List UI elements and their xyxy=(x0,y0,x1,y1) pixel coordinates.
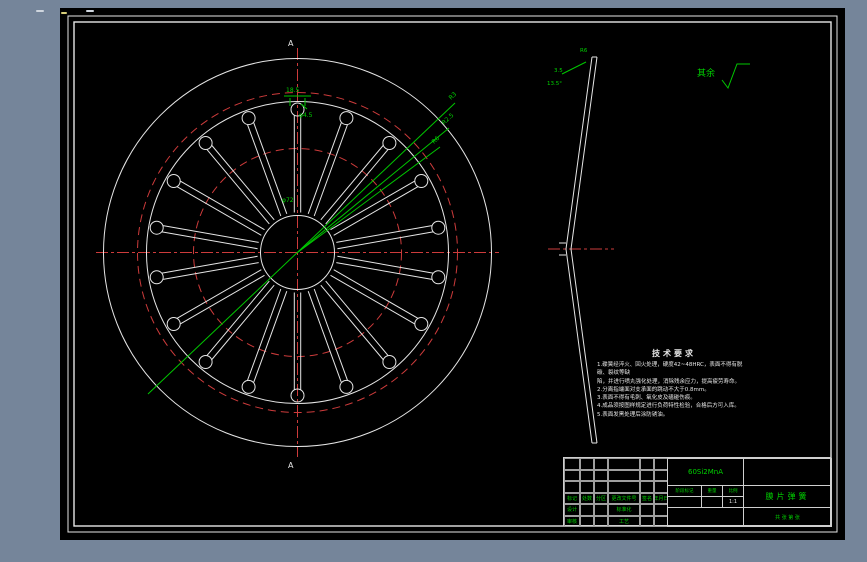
title-block-cell xyxy=(580,515,594,527)
title-block-cell: 标准化 xyxy=(608,504,640,516)
window-hole xyxy=(166,174,181,188)
window-hole xyxy=(149,220,164,235)
title-block-cell: 签名 xyxy=(640,492,654,504)
window-hole xyxy=(198,355,213,369)
title-block-cell: 处数 xyxy=(580,492,594,504)
tech-requirements-title: 技术要求 xyxy=(652,349,696,358)
window-hole xyxy=(414,174,429,188)
window-hole xyxy=(339,379,354,394)
leader-line xyxy=(297,127,450,253)
title-block-cell xyxy=(594,469,608,481)
title-block-cell xyxy=(580,469,594,481)
tech-requirements-lines: 1.碟簧经淬火、回火处理，硬度42~48HRC，表面不得有脱碳、裂纹等缺 陷，并… xyxy=(597,361,751,419)
section-angle-label: 13.5° xyxy=(547,81,562,87)
title-block-cell xyxy=(594,458,608,470)
technical-requirements: 技术要求 1.碟簧经淬火、回火处理，硬度42~48HRC，表面不得有脱碳、裂纹等… xyxy=(597,348,751,419)
title-block-cell xyxy=(640,458,654,470)
window-hole xyxy=(431,270,446,285)
tech-line: 2.分离指端面对支承面的跳动不大于0.8mm。 xyxy=(597,386,710,393)
title-block-cell: 工艺 xyxy=(608,515,640,527)
title-block-cell xyxy=(594,515,608,527)
title-block-cell xyxy=(608,458,640,470)
title-block-cell xyxy=(580,458,594,470)
tech-line: 4.成品须按图样规定进行负荷特性检验，合格后方可入库。 xyxy=(597,403,740,410)
roughness-symbol-icon xyxy=(721,63,750,90)
title-block-cell xyxy=(564,481,580,493)
section-thickness-label: 3.5 xyxy=(554,68,563,74)
title-block-cell xyxy=(654,481,668,493)
title-block-cell xyxy=(608,469,640,481)
title-block-cell xyxy=(564,469,580,481)
window-hole xyxy=(382,136,397,150)
section-dim-leader xyxy=(561,61,587,75)
window-hole xyxy=(166,317,181,331)
title-block: 标记 处数 分区 更改文件号 签名 年月日 设计 标准化 审核 工艺 60Si2MnA 阶段标记 … xyxy=(563,457,832,527)
dim-top-width-label: 18.5 xyxy=(286,87,300,94)
title-block-cell: 年月日 xyxy=(654,492,668,504)
title-block-cell xyxy=(640,515,654,527)
leader-label-1: R3 xyxy=(448,91,459,102)
title-block-cell xyxy=(580,504,594,516)
title-block-cell: 审核 xyxy=(564,515,580,527)
title-block-cell: 设计 xyxy=(564,504,580,516)
title-block-cell: 更改文件号 xyxy=(608,492,640,504)
window-hole xyxy=(149,270,164,285)
section-marker-bottom: A xyxy=(288,461,294,470)
title-block-cell xyxy=(594,481,608,493)
title-block-cell: 标记 xyxy=(564,492,580,504)
dim-hole-label: φ4.5 xyxy=(299,112,313,119)
tech-line: 陷，并进行喷丸强化处理，消除残余应力，提高疲劳寿命。 xyxy=(597,378,741,385)
code-cell xyxy=(667,507,744,527)
window-hole xyxy=(414,317,429,331)
title-block-cell xyxy=(640,469,654,481)
material-cell: 60Si2MnA xyxy=(667,458,744,486)
title-block-cell xyxy=(608,481,640,493)
section-tip-label: R6 xyxy=(580,48,588,54)
sheet-count-cell: 共 张 第 张 xyxy=(743,507,832,527)
title-block-cell xyxy=(640,481,654,493)
title-block-cell xyxy=(654,469,668,481)
dim-hub-label: φ72 xyxy=(282,197,294,204)
company-cell xyxy=(743,458,832,486)
title-block-cell xyxy=(580,481,594,493)
section-profile-inner xyxy=(565,56,593,444)
title-block-cell xyxy=(594,504,608,516)
title-block-cell xyxy=(654,458,668,470)
section-marker-top: A xyxy=(288,39,294,48)
title-block-cell xyxy=(640,504,654,516)
cad-preview-screen: { "drawing": { "surface_note": "其余", "se… xyxy=(0,0,867,562)
tech-line: 5.表面发黑处理后涂防锈油。 xyxy=(597,411,669,418)
drawing-title-cell: 膜片弹簧 xyxy=(743,485,832,508)
revision-sign-grid: 标记 处数 分区 更改文件号 签名 年月日设计 标准化审核 工艺 xyxy=(564,458,668,527)
window-hole xyxy=(198,136,213,150)
title-block-cell xyxy=(564,458,580,470)
tech-line: 3.表面不得有毛刺、氧化皮及磕碰伤痕。 xyxy=(597,395,696,401)
leader-label-3: R6 xyxy=(431,135,442,146)
title-block-cell xyxy=(654,504,668,516)
window-hole xyxy=(339,111,354,126)
tech-line: 1.碟簧经淬火、回火处理，硬度42~48HRC，表面不得有脱碳、裂纹等缺 xyxy=(597,362,743,377)
title-block-cell xyxy=(654,515,668,527)
window-hole xyxy=(241,379,256,394)
surface-note-label: 其余 xyxy=(697,67,715,79)
window-hole xyxy=(431,220,446,235)
window-hole xyxy=(382,355,397,369)
window-hole xyxy=(241,111,256,126)
title-block-cell: 分区 xyxy=(594,492,608,504)
